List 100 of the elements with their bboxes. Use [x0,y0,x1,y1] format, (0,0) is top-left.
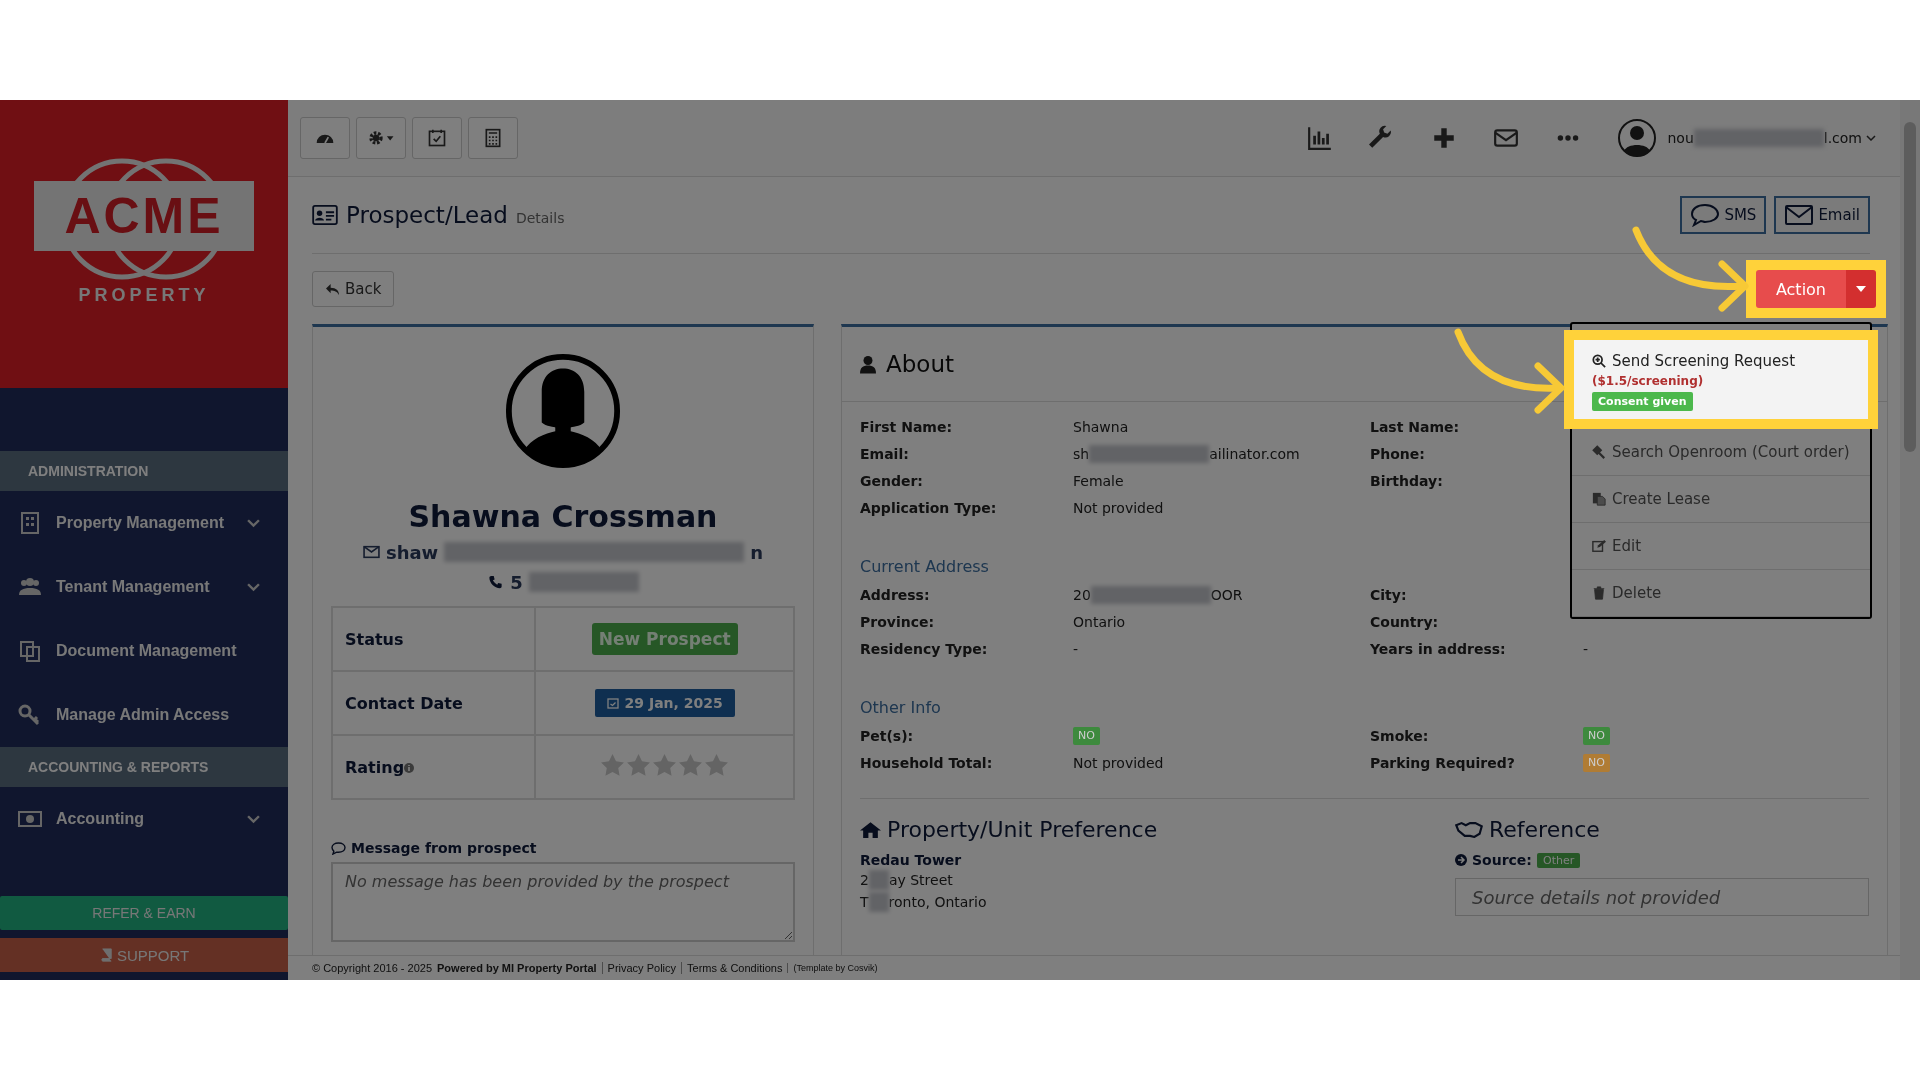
dropdown-toggle[interactable] [1846,270,1876,308]
field-value: Ontario [1073,613,1126,632]
trash-icon [1592,586,1606,600]
action-button[interactable]: Action [1755,270,1846,308]
page-title: Prospect/Lead [346,202,508,228]
key-icon [18,703,42,727]
dashboard-button[interactable] [300,117,350,159]
field-label: Household Total: [860,754,994,773]
calculator-icon [483,128,503,148]
field-label: Birthday: [1370,472,1444,491]
section-heading: ACCOUNTING & REPORTS [0,747,288,787]
field-value: Female [1073,472,1124,491]
scrollbar[interactable] [1900,100,1920,980]
mail-icon [1784,203,1815,227]
message-label: Message from prospect [331,840,537,856]
field-label: Residency Type: [860,640,989,659]
value-badge: NO [1583,727,1610,745]
star-icon[interactable] [652,752,678,778]
documents-icon [1592,492,1606,506]
bar-chart-icon[interactable] [1307,125,1334,151]
field-label: Email: [860,445,910,464]
field-label: Source: [1472,852,1532,868]
table-cell: Status [332,607,536,671]
sms-button[interactable]: SMS [1680,196,1767,234]
info-icon [404,762,415,773]
field-label: Gender: [860,472,924,491]
address-text: ay Street [888,872,953,888]
copyright-text: © Copyright 2016 - 2025 [312,962,432,974]
house-icon [860,821,881,838]
mail-icon [362,545,380,559]
back-button[interactable]: Back [312,271,395,307]
settings-button[interactable] [356,117,406,159]
prospect-name: Shawna Crossman [408,499,718,534]
field-value: sh [1073,445,1090,464]
caret-icon [1856,286,1866,292]
nav-item[interactable]: Manage Admin Access [0,683,288,747]
calendar-button[interactable] [412,117,462,159]
date-badge: 29 Jan, 2025 [594,689,735,717]
table-cell: Rating [332,735,536,799]
redacted-block [868,892,889,912]
gavel-icon [1592,445,1606,459]
field-label: First Name: [860,418,953,437]
address-text: T [860,894,869,910]
footer-link[interactable]: Terms & Conditions [681,962,783,974]
field-label: Address: [860,586,931,605]
person-icon [860,354,876,374]
user-menu[interactable]: nou l.com [1617,118,1876,158]
field-value: Shawna [1073,418,1129,437]
nav-item[interactable]: Property Management [0,491,288,555]
nav-item[interactable]: Accounting [0,787,288,851]
avatar-icon [1617,118,1658,158]
menu-item[interactable]: Send Screening Request ($1.5/screening) Consent given [1574,340,1868,419]
email-button[interactable]: Email [1774,196,1870,234]
footer-link[interactable]: Privacy Policy [601,962,677,974]
nav-item[interactable]: Tenant Management [0,555,288,619]
support-button[interactable]: SUPPORT [0,938,288,972]
phone-icon [487,575,505,589]
reply-arrow-icon [325,282,340,296]
field-value: OOR [1210,586,1243,605]
calculator-button[interactable] [468,117,518,159]
value-badge: NO [1583,754,1610,772]
field-value: 20 [1073,586,1091,605]
email-text: shaw [385,541,439,563]
user-email: l.com [1823,130,1862,146]
star-icon[interactable] [678,752,704,778]
field-label: Country: [1370,613,1440,632]
field-value: Not provided [1073,499,1164,518]
status-badge: Consent given [1592,392,1693,411]
status-badge: New Prospect [591,623,738,655]
star-icon[interactable] [626,752,652,778]
star-rating[interactable] [600,752,730,778]
field-value: Not provided [1073,754,1164,773]
field-label: Application Type: [860,499,998,518]
value-badge: NO [1073,727,1100,745]
field-value: - [1583,640,1589,659]
group-heading: Other Info [860,698,942,717]
chevron-down-icon [247,518,260,528]
calendar-check-icon [606,697,619,709]
star-icon[interactable] [704,752,730,778]
field-label: Years in address: [1370,640,1507,659]
user-email: nou [1667,130,1694,146]
section-title: Property/Unit Preference [860,817,1455,842]
field-label: Parking Required? [1370,754,1516,773]
chevron-down-icon [247,814,260,824]
edit-icon [1592,539,1606,553]
nav-item[interactable]: Document Management [0,619,288,683]
message-field[interactable]: No message has been provided by the prospect [331,862,795,942]
arrow-circle-icon [1455,854,1467,866]
page-subtitle: Details [515,210,565,226]
chevron-down-icon [247,582,260,592]
star-icon[interactable] [600,752,626,778]
property-name: Redau Tower [860,852,963,868]
search-icon [1592,354,1606,368]
group-heading: Current Address [860,557,990,576]
powered-by-text: Powered by MI Property Portal [437,962,597,974]
id-card-icon [312,205,338,225]
field-label: City: [1370,586,1408,605]
section-title: About [886,351,954,377]
price-note: ($1.5/screening) [1592,374,1705,388]
source-details-field[interactable]: Source details not provided [1455,878,1869,916]
